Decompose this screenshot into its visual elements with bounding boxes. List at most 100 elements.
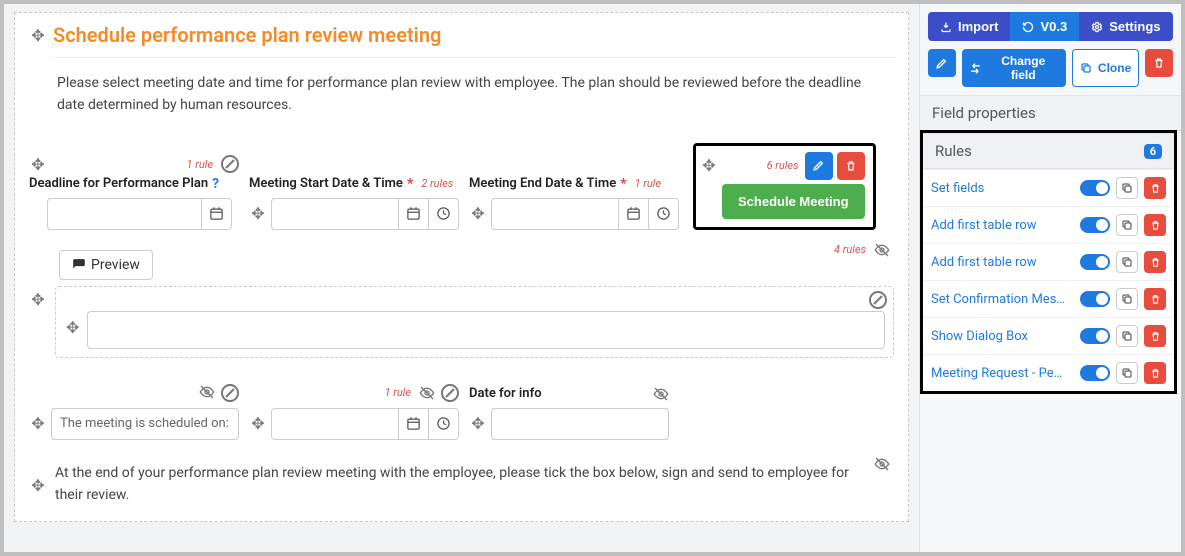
edit-field-button[interactable] — [928, 49, 956, 77]
import-label: Import — [958, 19, 998, 34]
field-properties-header[interactable]: Field properties — [920, 95, 1181, 131]
calendar-icon[interactable] — [619, 198, 649, 230]
move-icon[interactable]: ✥ — [29, 414, 47, 433]
calendar-icon[interactable] — [399, 408, 429, 440]
field-properties-label: Field properties — [932, 104, 1036, 122]
preview-label: Preview — [91, 257, 140, 273]
rule-toggle[interactable] — [1080, 291, 1110, 307]
divider — [53, 57, 894, 58]
clock-icon[interactable] — [429, 408, 459, 440]
form-description: Please select meeting date and time for … — [57, 72, 877, 117]
move-icon[interactable]: ✥ — [29, 26, 47, 45]
rules-count-badge: 6 — [1144, 144, 1162, 159]
delete-icon[interactable] — [1144, 177, 1166, 199]
copy-icon[interactable] — [1116, 288, 1138, 310]
rules-header[interactable]: Rules 6 — [923, 133, 1174, 169]
move-icon[interactable]: ✥ — [249, 204, 267, 223]
calendar-icon[interactable] — [399, 198, 429, 230]
delete-icon[interactable] — [1144, 325, 1166, 347]
preview-button[interactable]: Preview — [59, 250, 153, 280]
copy-icon[interactable] — [1116, 251, 1138, 273]
delete-icon[interactable] — [1144, 288, 1166, 310]
rules-count: 1 rule — [635, 177, 661, 190]
delete-icon[interactable] — [1144, 362, 1166, 384]
move-icon[interactable]: ✥ — [700, 156, 718, 175]
version-label: V0.3 — [1040, 19, 1067, 34]
preview-text-input[interactable] — [87, 311, 885, 349]
preview-container: ✥ — [55, 286, 894, 358]
copy-icon[interactable] — [1116, 325, 1138, 347]
import-button[interactable]: Import — [928, 12, 1010, 41]
deadline-label: Deadline for Performance Plan — [29, 176, 208, 191]
rules-count: 4 rules — [834, 243, 866, 256]
copy-icon[interactable] — [1116, 362, 1138, 384]
move-icon[interactable]: ✥ — [249, 414, 267, 433]
required-icon: * — [620, 176, 626, 192]
date-for-info-input[interactable] — [492, 409, 668, 439]
clone-label: Clone — [1098, 61, 1131, 75]
side-panel: Import V0.3 Settings Change field Clone — [919, 4, 1181, 552]
copy-icon[interactable] — [1116, 214, 1138, 236]
rule-name: Add first table row — [931, 218, 1074, 233]
rules-count: 1 rule — [385, 386, 411, 399]
move-icon[interactable]: ✥ — [469, 414, 487, 433]
rule-name: Show Dialog Box — [931, 329, 1074, 344]
rule-name: Add first table row — [931, 255, 1074, 270]
rule-item[interactable]: Add first table row — [923, 206, 1174, 243]
rule-item[interactable]: Show Dialog Box — [923, 317, 1174, 354]
required-icon: * — [407, 176, 413, 192]
delete-icon[interactable] — [1144, 251, 1166, 273]
clone-button[interactable]: Clone — [1072, 49, 1139, 87]
rule-item[interactable]: Add first table row — [923, 243, 1174, 280]
change-field-label: Change field — [988, 54, 1059, 82]
rule-name: Set fields — [931, 181, 1074, 196]
clock-icon[interactable] — [649, 198, 679, 230]
rule-item[interactable]: Meeting Request - Pe… — [923, 354, 1174, 391]
rule-item[interactable]: Set fields — [923, 169, 1174, 206]
move-icon[interactable]: ✥ — [29, 464, 47, 507]
rules-count: 2 rules — [421, 177, 453, 190]
rule-toggle[interactable] — [1080, 217, 1110, 233]
rules-label: Rules — [935, 142, 972, 160]
disabled-icon — [441, 384, 459, 402]
start-input[interactable] — [272, 199, 398, 229]
deadline-input[interactable] — [48, 199, 201, 229]
settings-button[interactable]: Settings — [1079, 12, 1172, 41]
rule-toggle[interactable] — [1080, 180, 1110, 196]
schedule-meeting-block: ✥ 6 rules Schedule Meeting — [693, 143, 876, 230]
end-label: Meeting End Date & Time — [469, 176, 616, 191]
delete-icon[interactable] — [1144, 214, 1166, 236]
start-label: Meeting Start Date & Time — [249, 176, 403, 191]
move-icon[interactable]: ✥ — [64, 318, 81, 337]
hidden-icon — [874, 242, 890, 258]
move-icon[interactable]: ✥ — [29, 290, 47, 309]
change-field-button[interactable]: Change field — [962, 49, 1066, 87]
help-icon[interactable]: ? — [212, 176, 219, 192]
delete-field-button[interactable] — [1145, 49, 1173, 77]
hidden-icon — [653, 386, 669, 402]
meeting-text-value: The meeting is scheduled on: — [60, 416, 229, 431]
rules-count: 6 rules — [767, 159, 799, 172]
rule-toggle[interactable] — [1080, 328, 1110, 344]
move-icon[interactable]: ✥ — [29, 155, 47, 174]
delete-button[interactable] — [837, 152, 865, 180]
end-input[interactable] — [492, 199, 618, 229]
move-icon[interactable]: ✥ — [469, 204, 487, 223]
hidden-icon — [419, 385, 435, 401]
meeting-text-input[interactable]: The meeting is scheduled on: — [51, 408, 239, 440]
rules-panel: Rules 6 Set fields Add first table row Add… — [920, 130, 1177, 394]
rule-name: Meeting Request - Pe… — [931, 366, 1074, 381]
form-title: Schedule performance plan review meeting — [53, 23, 441, 47]
edit-button[interactable] — [805, 152, 833, 180]
rule-toggle[interactable] — [1080, 365, 1110, 381]
date-input-2[interactable] — [272, 409, 398, 439]
clock-icon[interactable] — [429, 198, 459, 230]
rule-item[interactable]: Set Confirmation Mes… — [923, 280, 1174, 317]
calendar-icon[interactable] — [202, 198, 232, 230]
rule-name: Set Confirmation Mes… — [931, 292, 1074, 307]
rule-toggle[interactable] — [1080, 254, 1110, 270]
version-button[interactable]: V0.3 — [1010, 12, 1079, 41]
copy-icon[interactable] — [1116, 177, 1138, 199]
date-for-info-label: Date for info — [469, 386, 542, 401]
schedule-meeting-button[interactable]: Schedule Meeting — [722, 184, 865, 219]
